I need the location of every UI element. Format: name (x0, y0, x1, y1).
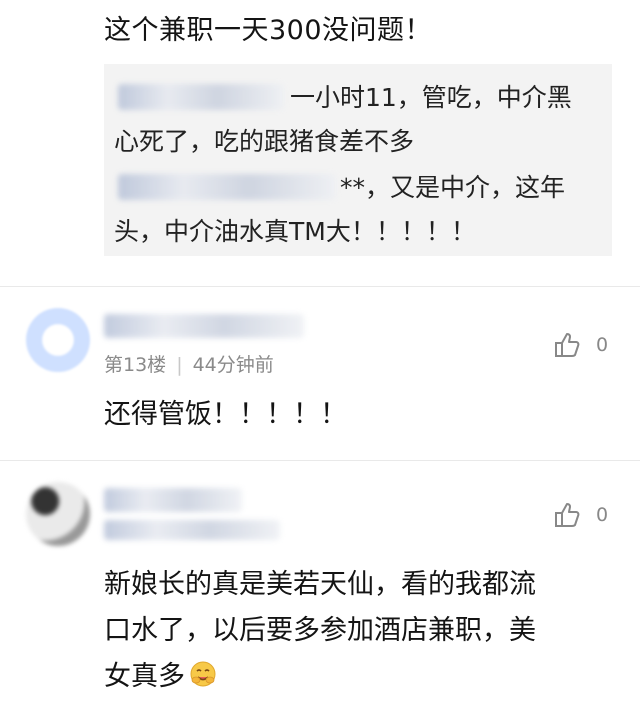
comment-text-line-2: 口水了，以后要多参加酒店兼职，美 (104, 615, 536, 646)
like-count: 0 (596, 334, 609, 356)
comment-text-line-3: 女真多 (104, 654, 217, 693)
comment-text: 这个兼职一天300没问题！ (104, 15, 433, 46)
divider (0, 286, 640, 287)
avatar[interactable] (26, 482, 90, 546)
blurred-username[interactable] (104, 488, 242, 512)
avatar[interactable] (26, 308, 90, 372)
floor-number: 第13楼 (104, 354, 167, 376)
comment-text: 还得管饭！！！！！ (104, 399, 347, 430)
blurred-meta (104, 520, 280, 540)
blurred-username (118, 84, 284, 110)
like-button[interactable]: 0 (552, 500, 608, 530)
meta-separator: | (176, 354, 183, 376)
like-count: 0 (596, 504, 609, 526)
comment-meta: 第13楼 | 44分钟前 (104, 350, 274, 377)
comment-text-line-1: 新娘长的真是美若天仙，看的我都流 (104, 569, 536, 600)
like-icon (555, 333, 580, 357)
quote-line-4: 头，中介油水真TM大！！！！！ (114, 217, 476, 246)
quote-line-3: **，又是中介，这年 (340, 173, 566, 202)
emoji-icon (190, 661, 216, 686)
quote-line-1: 一小时11，管吃，中介黑 (290, 83, 572, 112)
blurred-username[interactable] (104, 314, 304, 338)
blurred-username (118, 174, 336, 200)
quote-line-2: 心死了，吃的跟猪食差不多 (114, 127, 415, 156)
quoted-replies[interactable]: 一小时11，管吃，中介黑 心死了，吃的跟猪食差不多 **，又是中介，这年 头，中… (104, 64, 612, 256)
like-button[interactable]: 0 (552, 330, 608, 360)
like-icon (555, 503, 580, 527)
timestamp: 44分钟前 (192, 354, 274, 376)
divider (0, 460, 640, 461)
comment-text-fragment: 女真多 (104, 661, 185, 692)
